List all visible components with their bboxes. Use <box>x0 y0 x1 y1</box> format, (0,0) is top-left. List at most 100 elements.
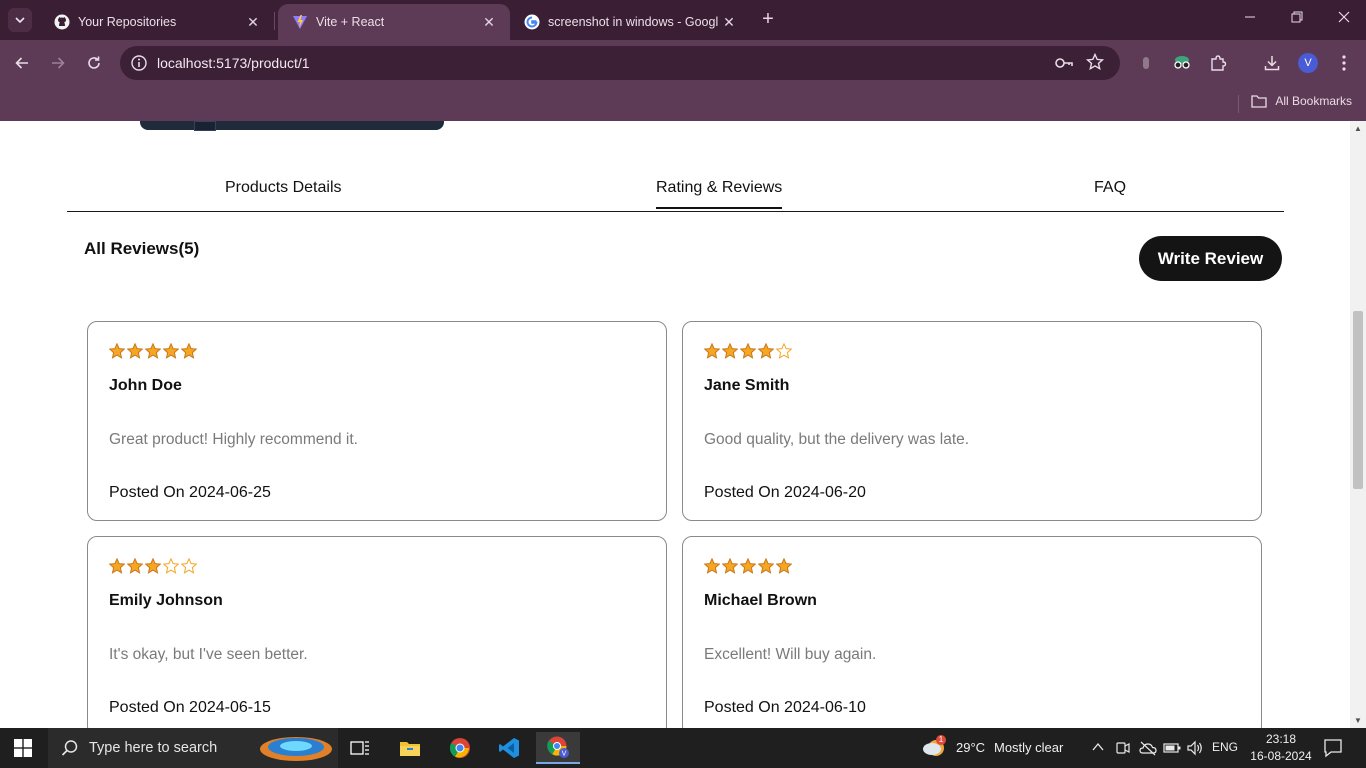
extensions-puzzle-icon[interactable] <box>1207 52 1229 74</box>
star-rating <box>704 343 794 359</box>
star-filled-icon <box>776 558 792 574</box>
star-rating <box>109 343 199 359</box>
review-text: Good quality, but the delivery was late. <box>704 431 970 448</box>
star-rating <box>109 558 199 574</box>
clock-date: 16-08-2024 <box>1250 749 1312 763</box>
vite-icon <box>292 14 308 30</box>
minimize-button[interactable] <box>1240 10 1260 30</box>
forward-button[interactable] <box>46 51 70 75</box>
incognito-extension-icon[interactable] <box>1171 52 1193 74</box>
close-icon[interactable]: ✕ <box>480 13 498 31</box>
star-empty-icon <box>181 558 197 574</box>
page-scrollbar[interactable]: ▲ ▼ <box>1350 121 1366 728</box>
password-key-icon[interactable] <box>1054 54 1074 77</box>
weather-icon[interactable]: 1 <box>922 735 948 764</box>
tab-search-button[interactable] <box>8 8 32 32</box>
scroll-up-arrow[interactable]: ▲ <box>1354 125 1362 133</box>
star-filled-icon <box>722 343 738 359</box>
bookmark-star-icon[interactable] <box>1085 52 1105 76</box>
taskbar-search-box[interactable]: Type here to search <box>48 728 338 768</box>
close-icon[interactable]: ✕ <box>720 13 738 31</box>
restore-button[interactable] <box>1287 10 1307 30</box>
star-empty-icon <box>776 343 792 359</box>
volume-icon[interactable] <box>1186 740 1204 761</box>
reviewer-name: Jane Smith <box>704 377 790 394</box>
url-text: localhost:5173/product/1 <box>157 55 310 71</box>
new-tab-button[interactable]: + <box>758 9 778 29</box>
weather-temperature[interactable]: 29°C <box>956 740 985 755</box>
notification-center-icon[interactable] <box>1323 738 1343 763</box>
folder-icon <box>1251 95 1267 108</box>
file-explorer-icon[interactable] <box>388 732 432 764</box>
star-filled-icon <box>704 558 720 574</box>
menu-kebab-icon[interactable] <box>1333 52 1355 74</box>
product-image <box>140 121 444 131</box>
tab-faq[interactable]: FAQ <box>1094 179 1126 207</box>
tab-products-details[interactable]: Products Details <box>225 179 342 207</box>
all-bookmarks-button[interactable]: All Bookmarks <box>1251 94 1352 108</box>
search-icon <box>61 740 78 756</box>
star-filled-icon <box>109 343 125 359</box>
review-text: It's okay, but I've seen better. <box>109 646 308 663</box>
review-text: Excellent! Will buy again. <box>704 646 877 663</box>
star-rating <box>704 558 794 574</box>
browser-tab-vite-react[interactable]: Vite + React ✕ <box>278 4 510 40</box>
star-filled-icon <box>181 343 197 359</box>
page-viewport: Products Details Rating & Reviews FAQ Al… <box>0 121 1350 728</box>
reload-button[interactable] <box>82 51 106 75</box>
address-bar[interactable]: localhost:5173/product/1 <box>120 46 1120 80</box>
reviews-heading: All Reviews(5) <box>84 239 200 258</box>
star-filled-icon <box>127 558 143 574</box>
bookmarks-bar: All Bookmarks <box>0 86 1366 121</box>
windows-start-icon[interactable] <box>14 739 32 762</box>
scrollbar-thumb[interactable] <box>1353 311 1363 489</box>
onedrive-icon[interactable] <box>1139 740 1157 761</box>
close-window-button[interactable] <box>1334 10 1354 30</box>
product-tabs: Products Details Rating & Reviews FAQ <box>67 175 1284 212</box>
review-card: Jane Smith Good quality, but the deliver… <box>682 321 1262 521</box>
chrome-profile-icon[interactable]: V <box>536 732 580 764</box>
download-icon[interactable] <box>1261 52 1283 74</box>
tab-separator <box>274 12 275 30</box>
scroll-down-arrow[interactable]: ▼ <box>1354 717 1362 725</box>
weather-description[interactable]: Mostly clear <box>994 740 1063 755</box>
svg-text:V: V <box>562 750 567 758</box>
star-filled-icon <box>127 343 143 359</box>
browser-toolbar: localhost:5173/product/1 V <box>0 40 1366 86</box>
language-indicator[interactable]: ENG <box>1212 740 1238 754</box>
star-filled-icon <box>758 343 774 359</box>
search-placeholder: Type here to search <box>89 740 218 756</box>
back-button[interactable] <box>10 51 34 75</box>
star-filled-icon <box>109 558 125 574</box>
site-info-icon[interactable] <box>130 54 148 72</box>
clock-time: 23:18 <box>1265 732 1297 746</box>
browser-tab-bar: Your Repositories ✕ Vite + React ✕ scree… <box>0 0 1366 40</box>
review-text: Great product! Highly recommend it. <box>109 431 358 448</box>
bookmarks-separator <box>1238 95 1239 113</box>
weather-badge: 1 <box>938 735 944 744</box>
tab-rating-reviews[interactable]: Rating & Reviews <box>656 179 783 209</box>
reviewer-name: Michael Brown <box>704 592 817 609</box>
profile-avatar[interactable]: V <box>1297 52 1319 74</box>
windows-taskbar: Type here to search V 1 29°C Mostly clea… <box>0 728 1366 768</box>
all-bookmarks-label: All Bookmarks <box>1275 94 1352 108</box>
tab-title: Your Repositories <box>78 15 177 29</box>
extension-icon[interactable] <box>1135 52 1157 74</box>
tab-title: Vite + React <box>316 15 385 29</box>
task-view-icon[interactable] <box>338 732 382 764</box>
star-filled-icon <box>758 558 774 574</box>
chrome-icon[interactable] <box>438 732 482 764</box>
system-clock[interactable]: 23:18 16-08-2024 <box>1248 731 1314 765</box>
tab-title: screenshot in windows - Googl <box>548 15 718 29</box>
vscode-icon[interactable] <box>487 732 531 764</box>
browser-tab-google-search[interactable]: screenshot in windows - Googl ✕ <box>510 4 750 40</box>
browser-tab-repositories[interactable]: Your Repositories ✕ <box>40 4 274 40</box>
star-filled-icon <box>740 343 756 359</box>
write-review-button[interactable]: Write Review <box>1139 236 1282 281</box>
close-icon[interactable]: ✕ <box>244 13 262 31</box>
star-empty-icon <box>163 558 179 574</box>
battery-icon[interactable] <box>1163 741 1181 760</box>
meet-now-icon[interactable] <box>1115 740 1131 761</box>
chevron-up-icon[interactable] <box>1091 740 1105 759</box>
review-card: Michael Brown Excellent! Will buy again.… <box>682 536 1262 728</box>
